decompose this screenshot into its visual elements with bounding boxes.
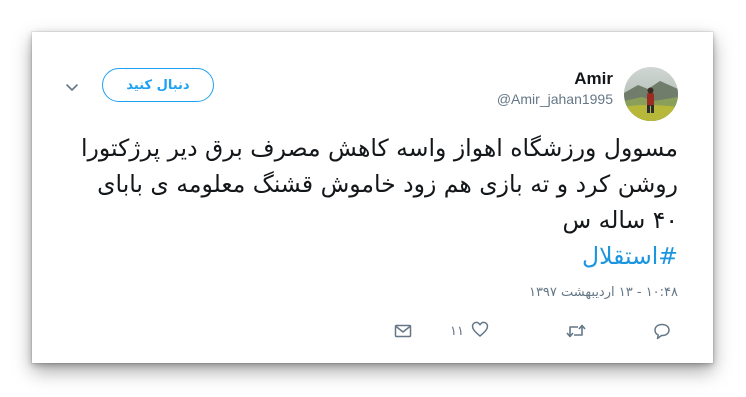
follow-button[interactable]: دنبال کنید	[102, 68, 214, 102]
user-handle[interactable]: @Amir_jahan1995	[497, 91, 613, 107]
heart-icon[interactable]	[470, 319, 490, 343]
tweet-body: مسوول ورزشگاه اهواز واسه کاهش مصرف برق د…	[80, 134, 678, 234]
tweet-timestamp[interactable]: ۱۰:۴۸ - ۱۳ اردیبهشت ۱۳۹۷	[529, 285, 678, 300]
reply-icon[interactable]	[652, 321, 672, 341]
envelope-icon[interactable]	[393, 321, 413, 341]
hashtag-link[interactable]: #استقلال	[72, 238, 678, 274]
retweet-icon[interactable]	[565, 321, 587, 341]
like-action[interactable]: ۱۱	[450, 321, 490, 341]
user-name[interactable]: Amir	[574, 69, 613, 89]
tweet-card: Amir @Amir_jahan1995 دنبال کنید مسوول ور…	[32, 32, 713, 363]
chevron-down-icon[interactable]	[64, 79, 80, 91]
avatar[interactable]	[624, 67, 678, 121]
likes-count: ۱۱	[450, 323, 464, 339]
avatar-image	[624, 67, 678, 121]
tweet-text: مسوول ورزشگاه اهواز واسه کاهش مصرف برق د…	[72, 130, 678, 274]
